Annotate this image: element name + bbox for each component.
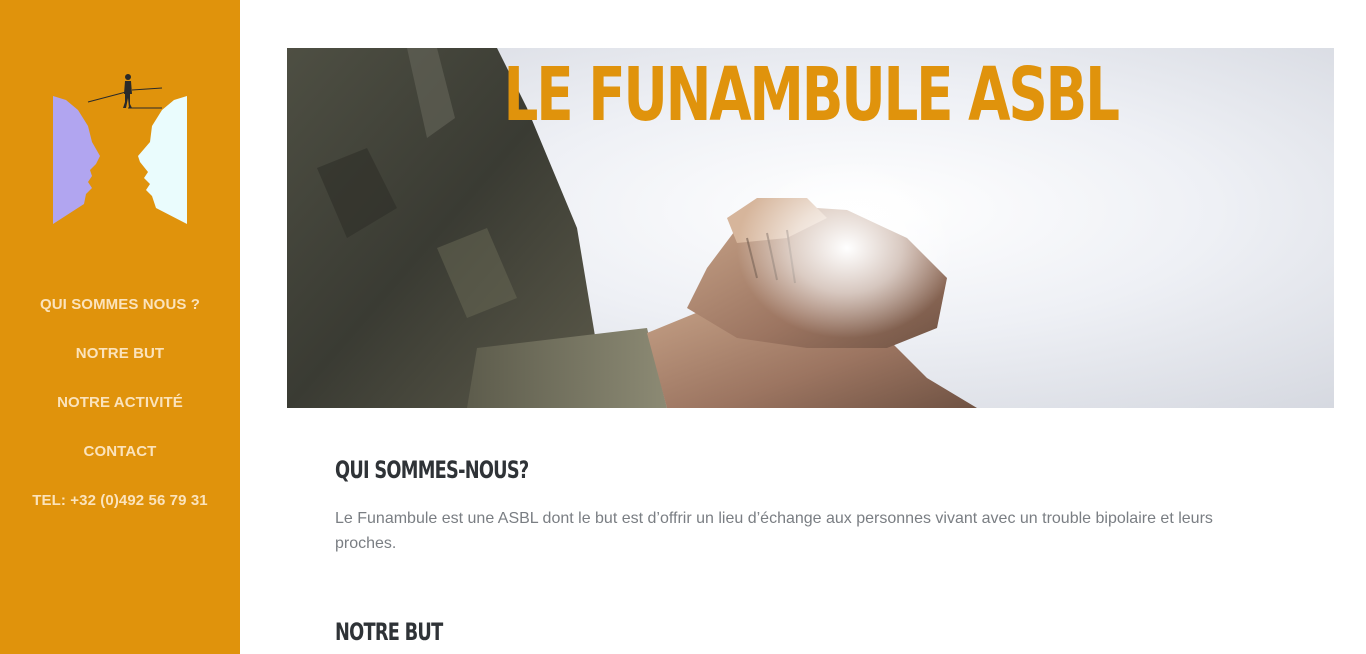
- nav-item-notre-activite[interactable]: NOTRE ACTIVITÉ: [0, 386, 240, 435]
- section-heading-qui-sommes-nous: QUI SOMMES-NOUS?: [335, 456, 529, 484]
- nav-item-notre-but[interactable]: NOTRE BUT: [0, 337, 240, 386]
- nav-item-qui-sommes-nous[interactable]: QUI SOMMES NOUS ?: [0, 288, 240, 337]
- phone-number[interactable]: TEL: +32 (0)492 56 79 31: [0, 484, 240, 533]
- main-content: LE FUNAMBULE ASBL QUI SOMMES-NOUS? Le Fu…: [240, 0, 1366, 654]
- section-heading-notre-but: NOTRE BUT: [335, 618, 443, 646]
- site-title: LE FUNAMBULE ASBL: [503, 52, 1120, 138]
- funambule-logo[interactable]: [48, 70, 192, 226]
- nav-item-contact[interactable]: CONTACT: [0, 435, 240, 484]
- hero-banner: LE FUNAMBULE ASBL: [287, 48, 1334, 408]
- page: QUI SOMMES NOUS ? NOTRE BUT NOTRE ACTIVI…: [0, 0, 1366, 654]
- sidebar-nav: QUI SOMMES NOUS ? NOTRE BUT NOTRE ACTIVI…: [0, 288, 240, 533]
- section-text-qui-sommes-nous: Le Funambule est une ASBL dont le but es…: [335, 510, 1213, 552]
- sidebar: QUI SOMMES NOUS ? NOTRE BUT NOTRE ACTIVI…: [0, 0, 240, 654]
